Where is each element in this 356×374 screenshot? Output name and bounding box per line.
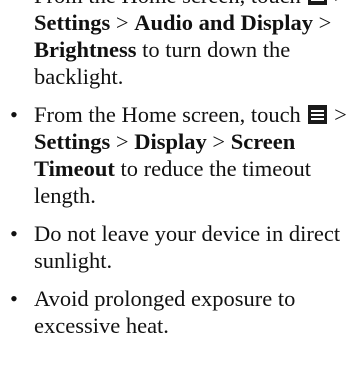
- bullet: •: [4, 0, 24, 9]
- path-step-brightness: Brightness: [34, 37, 137, 62]
- list-item-screen-timeout: • From the Home screen, touch > Settings…: [4, 101, 352, 209]
- path-step-audio-display: Audio and Display: [134, 10, 314, 35]
- list-item-sunlight: • Do not leave your device in direct sun…: [4, 220, 352, 274]
- path-arrow: >: [318, 10, 332, 35]
- item-text: Avoid prolonged exposure to excessive he…: [34, 286, 296, 338]
- bullet: •: [10, 102, 18, 127]
- path-arrow: >: [334, 102, 347, 127]
- list-item-brightness: • From the Home screen, touch > Settings…: [4, 0, 352, 90]
- item-intro: From the Home screen, touch: [34, 0, 301, 8]
- path-step-display: Display: [134, 129, 207, 154]
- menu-icon: [308, 105, 328, 124]
- bullet: •: [10, 286, 18, 311]
- path-step-settings: Settings: [34, 10, 111, 35]
- tips-list: • From the Home screen, touch > Settings…: [4, 0, 352, 350]
- menu-icon: [308, 0, 328, 5]
- path-arrow: >: [115, 129, 129, 154]
- bullet: •: [10, 221, 18, 246]
- item-text: Do not leave your device in direct sunli…: [34, 221, 341, 273]
- path-arrow: >: [115, 10, 129, 35]
- path-step-settings: Settings: [34, 129, 111, 154]
- document-page: • From the Home screen, touch > Settings…: [0, 0, 356, 374]
- path-arrow: >: [212, 129, 226, 154]
- path-arrow: >: [334, 0, 347, 8]
- list-item-heat: • Avoid prolonged exposure to excessive …: [4, 285, 352, 339]
- item-intro: From the Home screen, touch: [34, 102, 301, 127]
